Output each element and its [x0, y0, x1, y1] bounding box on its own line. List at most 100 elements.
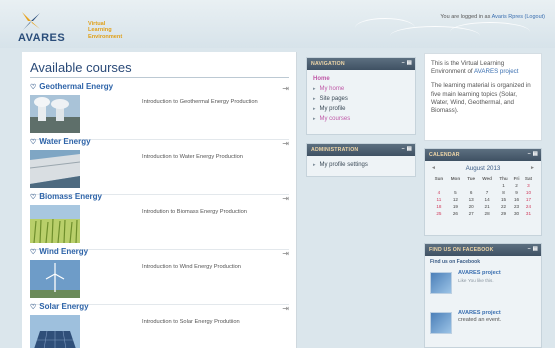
calendar-day[interactable]: 9 [511, 189, 522, 196]
calendar-day[interactable]: 20 [464, 203, 478, 210]
calendar-day[interactable]: 19 [447, 203, 464, 210]
course-title-link[interactable]: ♡ Water Energy [30, 137, 91, 146]
course-image-geothermal[interactable] [30, 95, 80, 133]
nav-item-my-courses[interactable]: ▸ My courses [313, 114, 409, 124]
enrol-icon[interactable]: ⇥ [282, 304, 289, 313]
enrol-icon[interactable]: ⇥ [282, 84, 289, 93]
calendar-day[interactable]: 13 [464, 196, 478, 203]
course-title[interactable]: Geothermal Energy [39, 82, 113, 91]
course-title[interactable]: Water Energy [39, 137, 90, 146]
calendar-day[interactable]: 3 [522, 182, 535, 189]
course-title[interactable]: Wind Energy [39, 247, 88, 256]
course-title[interactable]: Solar Energy [39, 302, 88, 311]
calendar-day[interactable]: 28 [478, 210, 496, 217]
block-title: CALENDAR [429, 152, 460, 158]
course-description: Introduction to Geothermal Energy Produc… [142, 99, 258, 105]
calendar-day[interactable]: 22 [496, 203, 511, 210]
next-month-arrow-icon[interactable]: ► [530, 165, 535, 171]
course-image-water[interactable] [30, 150, 80, 188]
calendar-grid: Sun Mon Tue Wed Thu Fri Sat 1 2 3 4 5 6 … [431, 175, 535, 217]
user-profile-link[interactable]: Avaris Rpres [492, 14, 523, 20]
calendar-block: CALENDAR – ▤ ◄ August 2013 ► Sun Mon Tue… [424, 148, 542, 236]
admin-label[interactable]: My profile settings [320, 162, 368, 168]
calendar-day[interactable]: 5 [447, 189, 464, 196]
geothermal-plant-image [30, 95, 80, 133]
calendar-day[interactable]: 14 [478, 196, 496, 203]
calendar-day[interactable]: 6 [464, 189, 478, 196]
course-title-link[interactable]: ♡ Wind Energy [30, 247, 88, 256]
navigation-header: NAVIGATION – ▤ [307, 58, 415, 70]
block-controls-icon[interactable]: – ▤ [402, 60, 412, 66]
calendar-day[interactable]: 15 [496, 196, 511, 203]
facebook-like-button[interactable]: Like [458, 278, 466, 283]
course-image-solar[interactable] [30, 315, 80, 348]
calendar-day[interactable]: 17 [522, 196, 535, 203]
navigation-list: Home ▸ My home ▸ Site pages ▸ My profile ▸ M… [307, 70, 415, 128]
nav-item-my-home[interactable]: ▸ My home [313, 84, 409, 94]
nav-label[interactable]: My home [320, 86, 345, 92]
day-name: Tue [467, 176, 476, 181]
calendar-day[interactable]: 16 [511, 196, 522, 203]
nav-home[interactable]: Home [313, 74, 409, 84]
facebook-page-link[interactable]: AVARES project [458, 270, 538, 277]
calendar-day[interactable]: 31 [522, 210, 535, 217]
course-title-link[interactable]: ♡ Solar Energy [30, 302, 89, 311]
course-icon: ♡ [30, 194, 37, 201]
enrol-icon[interactable]: ⇥ [282, 194, 289, 203]
course-image-biomass[interactable] [30, 205, 80, 243]
facebook-post-text: created an event. [458, 317, 502, 324]
prev-month-arrow-icon[interactable]: ◄ [431, 165, 436, 171]
block-title: FIND US ON FACEBOOK [429, 247, 494, 253]
nav-label[interactable]: My courses [320, 116, 351, 122]
site-logo[interactable]: AVARES Virtual Learning Environment [8, 8, 122, 44]
enrol-icon[interactable]: ⇥ [282, 249, 289, 258]
calendar-day[interactable]: 30 [511, 210, 522, 217]
nav-label[interactable]: Site pages [320, 96, 348, 102]
calendar-day[interactable]: 27 [464, 210, 478, 217]
facebook-post-avatar[interactable] [430, 312, 452, 334]
nav-item-my-profile[interactable]: ▸ My profile [313, 104, 409, 114]
block-controls-icon[interactable]: – ▤ [528, 246, 538, 252]
calendar-week: 25 26 27 28 29 30 31 [431, 210, 535, 217]
nav-label[interactable]: My profile [320, 106, 346, 112]
calendar-day[interactable]: 1 [496, 182, 511, 189]
calendar-month[interactable]: August 2013 [466, 165, 501, 172]
block-controls-icon[interactable]: – ▤ [528, 151, 538, 157]
solar-panel-image [30, 315, 80, 348]
course-description: Introduction to Water Energy Production [142, 154, 243, 160]
course-description: Introdution to Biomass Energy Production [142, 209, 247, 215]
course-item: ♡ Solar Energy Introduction to Solar Ener… [30, 302, 289, 348]
facebook-post-link[interactable]: AVARES project [458, 310, 538, 317]
nav-item-site-pages[interactable]: ▸ Site pages [313, 94, 409, 104]
star-logo-icon [22, 12, 40, 30]
calendar-day[interactable]: 7 [478, 189, 496, 196]
calendar-day[interactable]: 25 [431, 210, 447, 217]
calendar-day[interactable]: 10 [522, 189, 535, 196]
logout-link[interactable]: (Logout) [525, 14, 546, 20]
facebook-page-avatar[interactable] [430, 272, 452, 294]
course-title-link[interactable]: ♡ Biomass Energy [30, 192, 102, 201]
block-controls-icon[interactable]: – ▤ [402, 146, 412, 152]
course-title-link[interactable]: ♡ Geothermal Energy [30, 82, 113, 91]
calendar-day[interactable]: 11 [431, 196, 447, 203]
calendar-day[interactable]: 12 [447, 196, 464, 203]
calendar-day[interactable]: 23 [511, 203, 522, 210]
calendar-day[interactable]: 18 [431, 203, 447, 210]
calendar-day [478, 182, 496, 189]
course-icon: ♡ [30, 84, 37, 91]
calendar-day[interactable]: 24 [522, 203, 535, 210]
calendar-day[interactable]: 4 [431, 189, 447, 196]
calendar-day[interactable]: 21 [478, 203, 496, 210]
calendar-day[interactable]: 8 [496, 189, 511, 196]
bullet-icon: ▸ [313, 106, 316, 112]
crop-field-image [30, 205, 80, 243]
calendar-day[interactable]: 2 [511, 182, 522, 189]
enrol-icon[interactable]: ⇥ [282, 139, 289, 148]
course-title[interactable]: Biomass Energy [39, 192, 102, 201]
admin-item-profile-settings[interactable]: ▸ My profile settings [313, 160, 409, 170]
course-image-wind[interactable] [30, 260, 80, 298]
calendar-day[interactable]: 26 [447, 210, 464, 217]
bullet-icon: ▸ [313, 162, 316, 168]
project-link[interactable]: AVARES project [474, 68, 518, 75]
calendar-day[interactable]: 29 [496, 210, 511, 217]
